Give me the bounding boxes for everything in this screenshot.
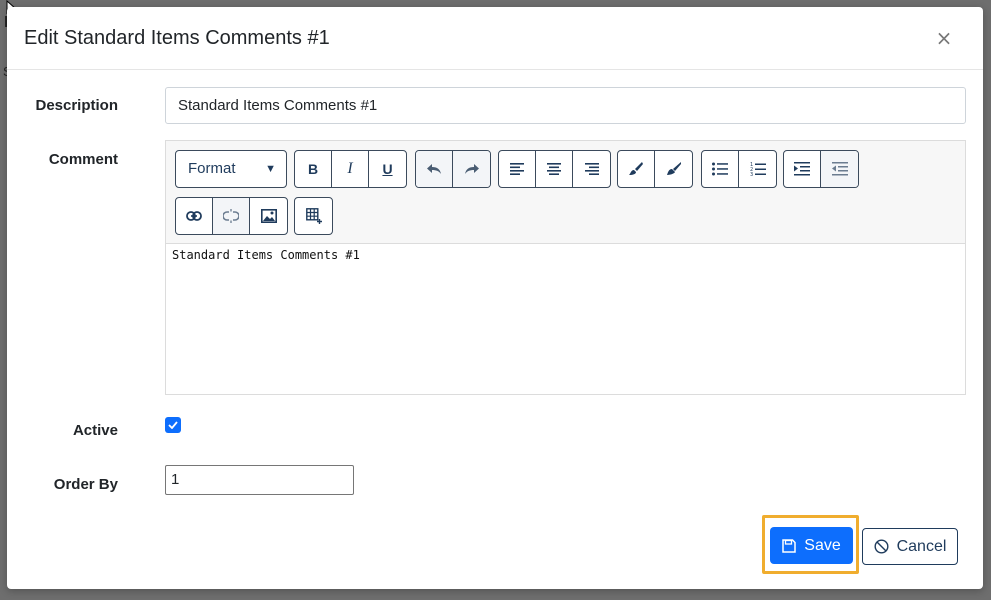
description-input[interactable]: Standard Items Comments #1 — [165, 87, 966, 124]
bold-icon[interactable]: B — [295, 151, 332, 187]
order-by-input[interactable]: 1 — [165, 465, 354, 495]
align-center-icon[interactable] — [536, 151, 573, 187]
redo-icon[interactable] — [453, 151, 490, 187]
modal-header: Edit Standard Items Comments #1 × — [7, 7, 983, 70]
list-group: 123 — [701, 150, 777, 188]
table-icon[interactable] — [295, 198, 332, 234]
align-right-icon[interactable] — [573, 151, 610, 187]
svg-text:3: 3 — [750, 172, 753, 177]
outdent-icon[interactable] — [821, 151, 858, 187]
format-dropdown-label: Format — [188, 160, 236, 177]
text-style-group: B I U — [294, 150, 407, 188]
brush-group — [617, 150, 693, 188]
comment-editor-content[interactable]: Standard Items Comments #1 — [172, 248, 360, 262]
format-dropdown[interactable]: Format ▼ — [175, 150, 287, 188]
cancel-button-label: Cancel — [896, 537, 947, 555]
align-left-icon[interactable] — [499, 151, 536, 187]
text-color-brush-icon[interactable] — [618, 151, 655, 187]
caret-down-icon: ▼ — [265, 163, 276, 175]
editor-toolbar: Format ▼ B I U 1 2 3 — [166, 141, 965, 244]
modal-title: Edit Standard Items Comments #1 — [24, 27, 330, 49]
active-label: Active — [72, 422, 118, 439]
alignment-group — [498, 150, 611, 188]
underline-icon[interactable]: U — [369, 151, 406, 187]
save-button[interactable]: Save — [770, 527, 853, 564]
edit-modal: Edit Standard Items Comments #1 × Descri… — [7, 7, 983, 589]
comment-label: Comment — [48, 151, 118, 168]
floppy-disk-icon — [782, 538, 797, 553]
bulleted-list-icon[interactable] — [702, 151, 739, 187]
link-icon[interactable] — [176, 198, 213, 234]
description-label: Description — [35, 97, 118, 114]
indent-icon[interactable] — [784, 151, 821, 187]
cancel-button[interactable]: Cancel — [862, 528, 958, 565]
checkmark-icon — [168, 421, 178, 429]
unlink-icon[interactable] — [213, 198, 250, 234]
history-group — [415, 150, 491, 188]
close-icon[interactable]: × — [933, 27, 955, 49]
indent-group — [783, 150, 859, 188]
table-group — [294, 197, 333, 235]
numbered-list-icon[interactable]: 123 — [739, 151, 776, 187]
comment-editor: Format ▼ B I U 1 2 3 Standard Items Comm… — [165, 140, 966, 395]
order-by-label: Order By — [53, 476, 118, 493]
image-icon[interactable] — [250, 198, 287, 234]
background-color-brush-icon[interactable] — [655, 151, 692, 187]
italic-icon[interactable]: I — [332, 151, 369, 187]
insert-group — [175, 197, 288, 235]
undo-icon[interactable] — [416, 151, 453, 187]
active-checkbox[interactable] — [165, 417, 181, 433]
cancel-circle-icon — [874, 539, 889, 554]
save-button-label: Save — [804, 536, 841, 554]
